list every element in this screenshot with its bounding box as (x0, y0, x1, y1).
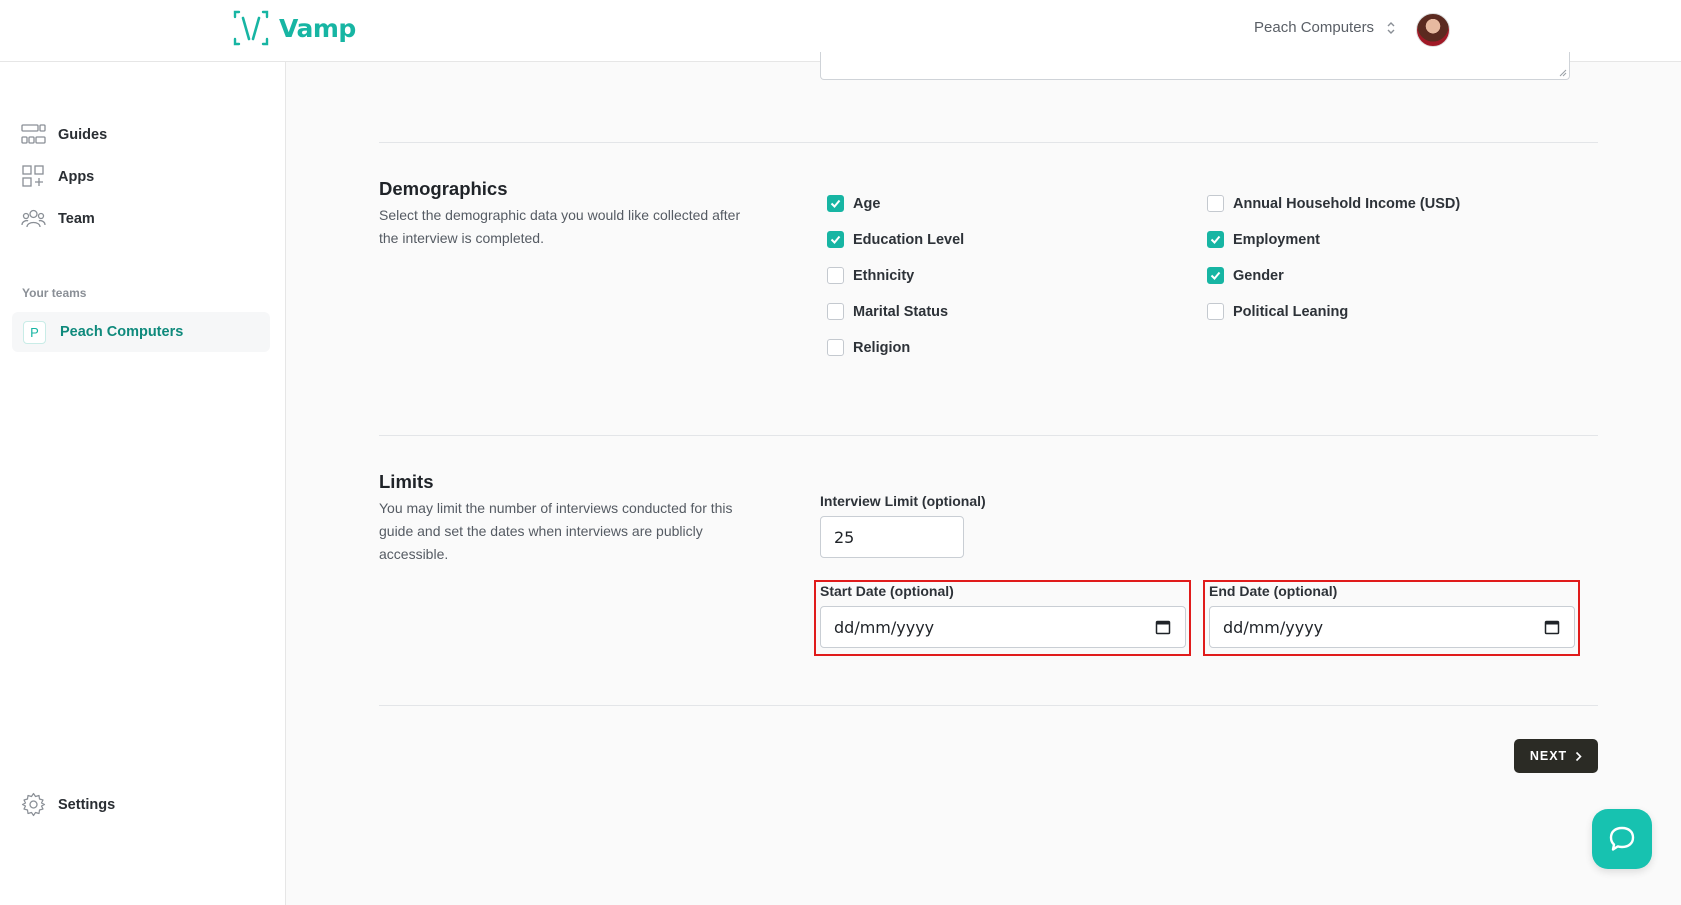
apps-icon (22, 165, 44, 187)
sidebar-item-label: Settings (58, 796, 116, 813)
end-date-input[interactable]: dd/mm/yyyy (1209, 606, 1575, 648)
vamp-logo-icon (233, 10, 269, 46)
checkbox-label: Political Leaning (1233, 303, 1349, 320)
checkbox-annual-household-income[interactable]: Annual Household Income (USD) (1207, 195, 1460, 212)
limits-title: Limits (379, 471, 434, 492)
checkbox-label: Age (853, 195, 881, 212)
interview-limit-label: Interview Limit (optional) (820, 493, 986, 509)
checkbox-unchecked[interactable] (827, 267, 844, 284)
team-name: Peach Computers (60, 324, 184, 340)
chevron-up-down-icon (1387, 21, 1395, 34)
team-switcher-label: Peach Computers (1254, 19, 1375, 36)
check-icon (830, 199, 841, 208)
checkbox-gender[interactable]: Gender (1207, 267, 1284, 284)
sidebar-team-peach-computers[interactable]: P Peach Computers (12, 312, 270, 352)
next-button-label: NEXT (1529, 749, 1568, 763)
sidebar-item-apps[interactable]: Apps (21, 164, 94, 189)
checkbox-checked[interactable] (827, 195, 844, 212)
checkbox-employment[interactable]: Employment (1207, 231, 1320, 248)
interview-limit-value: 25 (834, 527, 855, 547)
checkbox-religion[interactable]: Religion (827, 339, 910, 356)
end-date-value: dd/mm/yyyy (1223, 617, 1324, 637)
resize-handle-icon (1559, 69, 1567, 77)
start-date-input[interactable]: dd/mm/yyyy (820, 606, 1186, 648)
checkbox-unchecked[interactable] (1207, 195, 1224, 212)
your-teams-label: Your teams (22, 286, 87, 300)
guides-icon (21, 124, 46, 144)
team-switcher[interactable]: Peach Computers (1254, 19, 1396, 36)
checkbox-label: Gender (1233, 267, 1284, 284)
checkbox-checked[interactable] (1207, 231, 1224, 248)
chat-bubble-icon (1609, 826, 1635, 851)
description-textarea[interactable] (820, 52, 1570, 80)
interview-limit-input[interactable]: 25 (820, 516, 964, 558)
checkbox-unchecked[interactable] (827, 303, 844, 320)
sidebar-item-team[interactable]: Team (21, 206, 95, 231)
check-icon (1210, 235, 1221, 244)
checkbox-label: Annual Household Income (USD) (1233, 195, 1461, 212)
checkbox-marital-status[interactable]: Marital Status (827, 303, 948, 320)
section-divider (379, 435, 1598, 436)
checkbox-label: Religion (853, 339, 911, 356)
check-icon (830, 235, 841, 244)
checkbox-label: Education Level (853, 231, 965, 248)
team-icon (21, 209, 46, 228)
section-divider (379, 705, 1598, 706)
start-date-value: dd/mm/yyyy (834, 617, 935, 637)
sidebar-item-label: Guides (58, 126, 108, 143)
sidebar-item-label: Apps (58, 168, 95, 185)
checkbox-political-leaning[interactable]: Political Leaning (1207, 303, 1348, 320)
checkbox-checked[interactable] (1207, 267, 1224, 284)
sidebar-item-label: Team (58, 210, 95, 227)
check-icon (1210, 271, 1221, 280)
brand-name: Vamp (279, 13, 356, 43)
checkbox-label: Ethnicity (853, 267, 915, 284)
next-button[interactable]: NEXT (1514, 739, 1598, 773)
sidebar: Guides Apps Team Your teams P Peach Comp… (0, 62, 286, 905)
sidebar-item-guides[interactable]: Guides (21, 122, 107, 147)
section-divider (379, 142, 1598, 143)
main-content: Demographics Select the demographic data… (287, 52, 1681, 905)
checkbox-unchecked[interactable] (827, 339, 844, 356)
chevron-right-icon (1576, 751, 1582, 761)
checkbox-label: Marital Status (853, 303, 949, 320)
vamp-logo[interactable]: Vamp (233, 9, 356, 47)
gear-icon (21, 792, 46, 817)
limits-description: You may limit the number of interviews c… (379, 500, 733, 562)
checkbox-label: Employment (1233, 231, 1321, 248)
checkbox-age[interactable]: Age (827, 195, 880, 212)
sidebar-item-settings[interactable]: Settings (21, 792, 115, 817)
checkbox-unchecked[interactable] (1207, 303, 1224, 320)
start-date-label: Start Date (optional) (820, 583, 954, 599)
chat-support-button[interactable] (1592, 809, 1652, 869)
calendar-icon[interactable] (1155, 619, 1171, 635)
demographics-title: Demographics (379, 178, 508, 199)
checkbox-ethnicity[interactable]: Ethnicity (827, 267, 914, 284)
team-badge: P (23, 320, 46, 344)
checkbox-checked[interactable] (827, 231, 844, 248)
user-avatar[interactable] (1416, 13, 1450, 47)
checkbox-education-level[interactable]: Education Level (827, 231, 964, 248)
end-date-label: End Date (optional) (1209, 583, 1338, 599)
calendar-icon[interactable] (1544, 619, 1560, 635)
demographics-description: Select the demographic data you would li… (379, 207, 741, 246)
